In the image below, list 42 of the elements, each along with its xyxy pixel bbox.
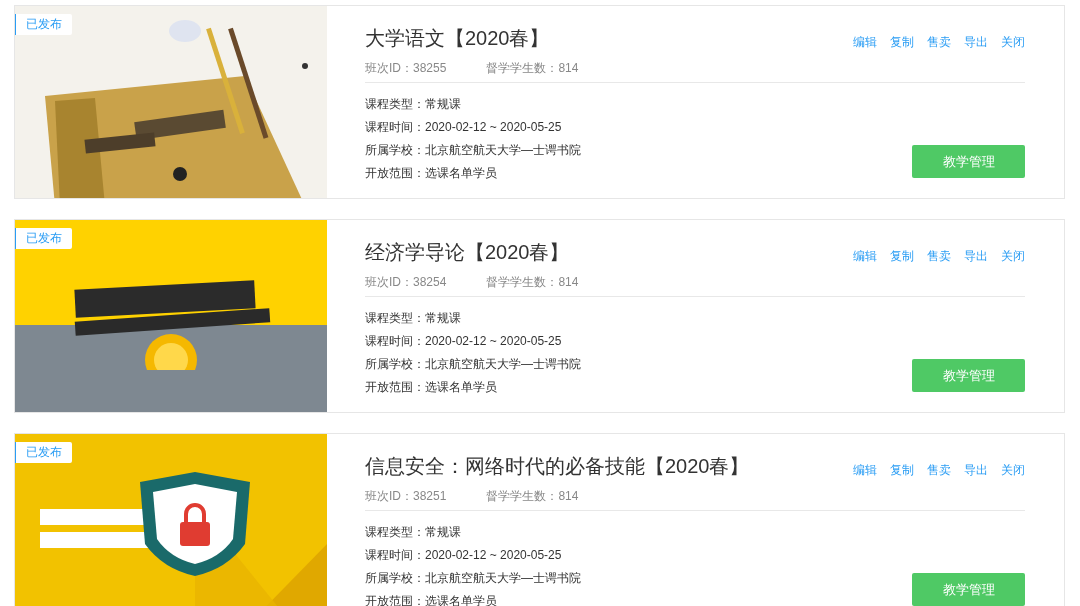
- meta-text: 督学学生数：814: [486, 60, 579, 76]
- detail-text: 开放范围：选课名单学员: [365, 379, 498, 395]
- meta-text: 班次ID：38254: [365, 274, 447, 290]
- action-link[interactable]: 售卖: [927, 461, 951, 479]
- action-link[interactable]: 关闭: [1001, 33, 1025, 51]
- course-title: 大学语文【2020春】: [365, 26, 550, 51]
- action-link[interactable]: 编辑: [853, 461, 877, 479]
- detail-text: 所属学校：北京航空航天大学—士谔书院: [365, 356, 581, 372]
- detail-text: 开放范围：选课名单学员: [365, 593, 498, 606]
- course-title: 经济学导论【2020春】: [365, 240, 570, 265]
- meta-text: 班次ID：38251: [365, 488, 447, 504]
- action-link[interactable]: 复制: [890, 247, 914, 265]
- status-badge: 已发布: [15, 442, 72, 463]
- action-link[interactable]: 售卖: [927, 247, 951, 265]
- status-badge: 已发布: [15, 14, 72, 35]
- meta-text: 督学学生数：814: [486, 488, 579, 504]
- action-link[interactable]: 关闭: [1001, 461, 1025, 479]
- action-link[interactable]: 导出: [964, 33, 988, 51]
- detail-text: 开放范围：选课名单学员: [365, 165, 498, 181]
- action-link[interactable]: 导出: [964, 461, 988, 479]
- detail-text: 课程时间：2020-02-12 ~ 2020-05-25: [365, 119, 563, 135]
- detail-text: 所属学校：北京航空航天大学—士谔书院: [365, 142, 581, 158]
- manage-button[interactable]: 教学管理: [912, 145, 1025, 178]
- detail-text: 课程类型：常规课: [365, 524, 462, 540]
- detail-text: 课程时间：2020-02-12 ~ 2020-05-25: [365, 333, 563, 349]
- action-link[interactable]: 关闭: [1001, 247, 1025, 265]
- detail-text: 课程类型：常规课: [365, 310, 462, 326]
- detail-text: 所属学校：北京航空航天大学—士谔书院: [365, 570, 581, 586]
- action-link[interactable]: 复制: [890, 33, 914, 51]
- action-link[interactable]: 编辑: [853, 33, 877, 51]
- meta-text: 督学学生数：814: [486, 274, 579, 290]
- meta-text: 班次ID：38255: [365, 60, 447, 76]
- action-link[interactable]: 导出: [964, 247, 988, 265]
- manage-button[interactable]: 教学管理: [912, 573, 1025, 606]
- action-link[interactable]: 售卖: [927, 33, 951, 51]
- status-badge: 已发布: [15, 228, 72, 249]
- action-link[interactable]: 复制: [890, 461, 914, 479]
- course-title: 信息安全：网络时代的必备技能【2020春】: [365, 454, 750, 479]
- action-link[interactable]: 编辑: [853, 247, 877, 265]
- detail-text: 课程类型：常规课: [365, 96, 462, 112]
- detail-text: 课程时间：2020-02-12 ~ 2020-05-25: [365, 547, 563, 563]
- manage-button[interactable]: 教学管理: [912, 359, 1025, 392]
